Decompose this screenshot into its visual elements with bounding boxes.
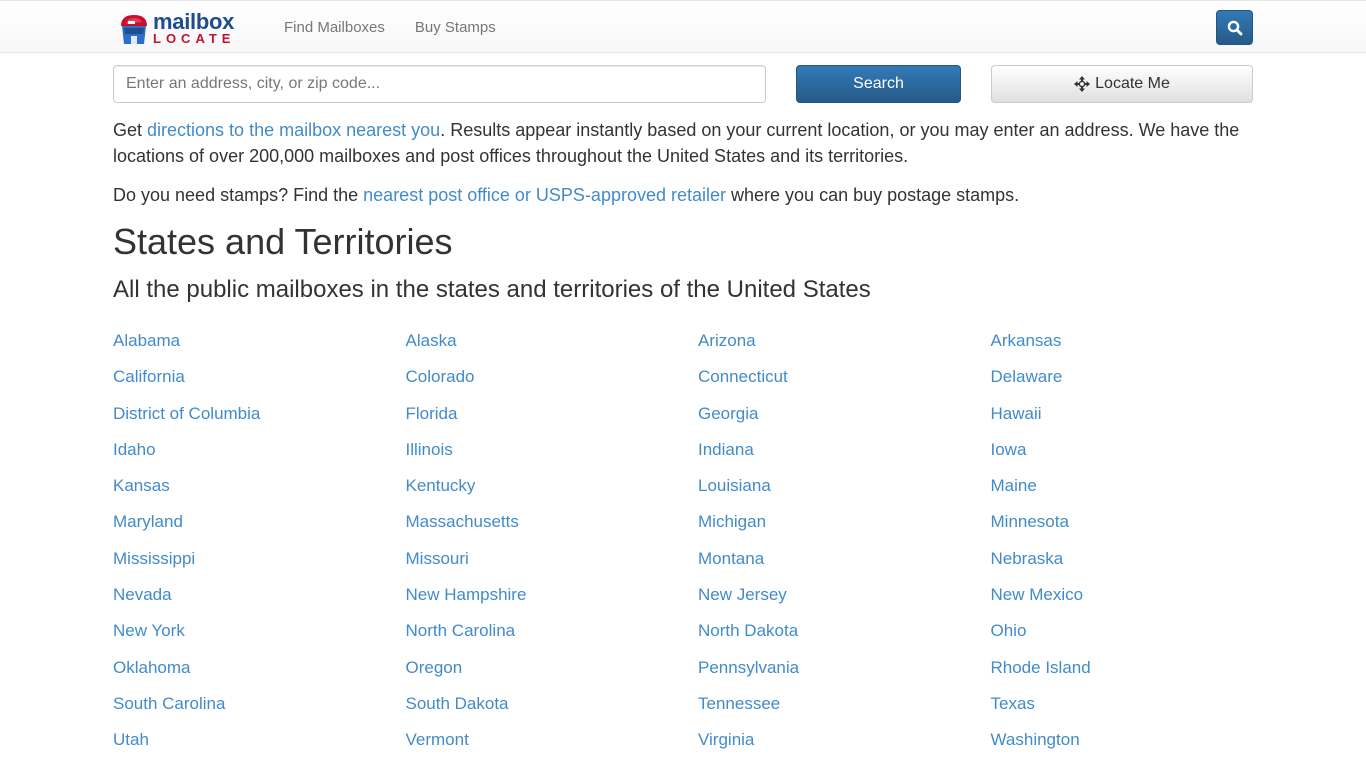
state-link-washington[interactable]: Washington	[991, 730, 1254, 766]
address-search-input[interactable]	[113, 65, 766, 103]
state-link-michigan[interactable]: Michigan	[698, 512, 991, 548]
state-link-massachusetts[interactable]: Massachusetts	[406, 512, 699, 548]
intro-paragraph: Get directions to the mailbox nearest yo…	[113, 117, 1253, 169]
main-content: Search Locate Me Get directions to the m…	[113, 65, 1253, 767]
state-link-california[interactable]: California	[113, 367, 406, 403]
state-link-kansas[interactable]: Kansas	[113, 476, 406, 512]
state-link-virginia[interactable]: Virginia	[698, 730, 991, 766]
state-link-arizona[interactable]: Arizona	[698, 331, 991, 367]
search-icon	[1227, 20, 1242, 35]
state-link-new-york[interactable]: New York	[113, 621, 406, 657]
logo-word-locate: LOCATE	[153, 30, 236, 46]
nav-links: Find Mailboxes Buy Stamps	[269, 1, 511, 53]
state-link-alaska[interactable]: Alaska	[406, 331, 699, 367]
mailbox-logo-icon	[121, 15, 147, 44]
states-list: Alabama Alaska Arizona Arkansas California Co…	[113, 331, 1253, 767]
state-link-kentucky[interactable]: Kentucky	[406, 476, 699, 512]
intro-prefix: Get	[113, 120, 148, 140]
locate-me-button[interactable]: Locate Me	[991, 65, 1253, 103]
post-office-link[interactable]: nearest post office or USPS-approved ret…	[363, 185, 726, 205]
stamps-suffix: where you can buy postage stamps.	[726, 185, 1020, 205]
state-link-missouri[interactable]: Missouri	[406, 549, 699, 585]
state-link-georgia[interactable]: Georgia	[698, 404, 991, 440]
state-link-indiana[interactable]: Indiana	[698, 440, 991, 476]
state-link-louisiana[interactable]: Louisiana	[698, 476, 991, 512]
state-link-tennessee[interactable]: Tennessee	[698, 694, 991, 730]
state-link-delaware[interactable]: Delaware	[991, 367, 1254, 403]
state-link-nevada[interactable]: Nevada	[113, 585, 406, 621]
state-link-new-mexico[interactable]: New Mexico	[991, 585, 1254, 621]
state-link-montana[interactable]: Montana	[698, 549, 991, 585]
state-link-vermont[interactable]: Vermont	[406, 730, 699, 766]
state-link-idaho[interactable]: Idaho	[113, 440, 406, 476]
directions-link[interactable]: directions to the mailbox nearest you	[147, 120, 440, 140]
state-link-mississippi[interactable]: Mississippi	[113, 549, 406, 585]
state-link-district-of-columbia[interactable]: District of Columbia	[113, 404, 406, 440]
state-link-utah[interactable]: Utah	[113, 730, 406, 766]
state-link-oklahoma[interactable]: Oklahoma	[113, 658, 406, 694]
logo-word-mailbox: mailbox	[153, 8, 235, 34]
state-link-nebraska[interactable]: Nebraska	[991, 549, 1254, 585]
state-link-pennsylvania[interactable]: Pennsylvania	[698, 658, 991, 694]
state-link-north-carolina[interactable]: North Carolina	[406, 621, 699, 657]
state-link-new-jersey[interactable]: New Jersey	[698, 585, 991, 621]
state-link-north-dakota[interactable]: North Dakota	[698, 621, 991, 657]
state-link-minnesota[interactable]: Minnesota	[991, 512, 1254, 548]
state-link-texas[interactable]: Texas	[991, 694, 1254, 730]
state-link-iowa[interactable]: Iowa	[991, 440, 1254, 476]
page-subtitle: All the public mailboxes in the states a…	[113, 276, 871, 303]
state-link-rhode-island[interactable]: Rhode Island	[991, 658, 1254, 694]
stamps-paragraph: Do you need stamps? Find the nearest pos…	[113, 182, 1253, 208]
state-link-connecticut[interactable]: Connecticut	[698, 367, 991, 403]
state-link-alabama[interactable]: Alabama	[113, 331, 406, 367]
logo[interactable]: mailbox LOCATE	[118, 8, 243, 47]
page-title: States and Territories	[113, 221, 453, 262]
navbar: mailbox LOCATE Find Mailboxes Buy Stamps	[0, 0, 1366, 53]
state-link-illinois[interactable]: Illinois	[406, 440, 699, 476]
state-link-south-carolina[interactable]: South Carolina	[113, 694, 406, 730]
nav-link-buy-stamps[interactable]: Buy Stamps	[400, 19, 511, 36]
stamps-prefix: Do you need stamps? Find the	[113, 185, 364, 205]
state-link-south-dakota[interactable]: South Dakota	[406, 694, 699, 730]
state-link-ohio[interactable]: Ohio	[991, 621, 1254, 657]
nav-search-button[interactable]	[1216, 10, 1253, 45]
search-bar: Search Locate Me	[113, 65, 1253, 105]
state-link-hawaii[interactable]: Hawaii	[991, 404, 1254, 440]
state-link-arkansas[interactable]: Arkansas	[991, 331, 1254, 367]
locate-me-label: Locate Me	[1095, 75, 1170, 92]
state-link-oregon[interactable]: Oregon	[406, 658, 699, 694]
state-link-florida[interactable]: Florida	[406, 404, 699, 440]
state-link-maine[interactable]: Maine	[991, 476, 1254, 512]
state-link-maryland[interactable]: Maryland	[113, 512, 406, 548]
nav-link-find-mailboxes[interactable]: Find Mailboxes	[269, 19, 400, 36]
state-link-colorado[interactable]: Colorado	[406, 367, 699, 403]
crosshair-move-icon	[1074, 76, 1091, 92]
search-button[interactable]: Search	[796, 65, 961, 103]
state-link-new-hampshire[interactable]: New Hampshire	[406, 585, 699, 621]
